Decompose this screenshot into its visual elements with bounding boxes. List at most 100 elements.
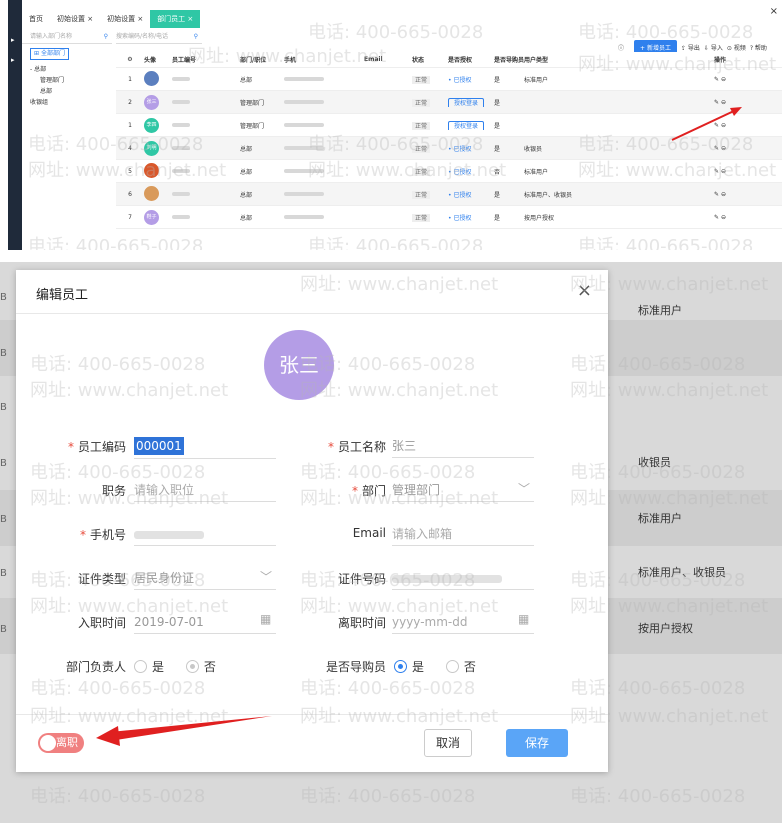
tree-search-input[interactable]: 请输入部门名称 ⚲ <box>22 30 112 44</box>
avatar[interactable]: 张三 <box>144 94 159 110</box>
authorized-link[interactable]: • 已授权 <box>448 169 471 176</box>
table-row[interactable]: 6 总部 正常 • 已授权 是 标准用户、收银员 ✎ ⊖ <box>116 183 782 206</box>
radio-circle[interactable] <box>134 660 147 673</box>
chevron-down-icon[interactable]: ﹀ <box>518 480 530 497</box>
leave-date-field[interactable]: yyyy-mm-dd ▦ <box>392 610 534 634</box>
edit-icon[interactable]: ✎ <box>714 99 719 106</box>
settings-icon[interactable]: ⚙ <box>116 56 144 63</box>
table-row[interactable]: 1 李四 管理部门 正常 授权登录 是 ✎ ⊖ <box>116 114 782 137</box>
col-header-status: 状态 <box>412 57 425 64</box>
calendar-icon[interactable]: ▦ <box>260 612 271 626</box>
department-select-value[interactable]: 管理部门 <box>392 478 534 502</box>
table-row[interactable]: 1 总部 正常 • 已授权 是 标准用户 ✎ ⊖ <box>116 68 782 91</box>
table-row[interactable]: 4 刘明 总部 正常 • 已授权 是 收银员 ✎ ⊖ <box>116 137 782 160</box>
toggle-knob[interactable] <box>40 735 56 751</box>
tab-home[interactable]: 首页 <box>22 10 50 28</box>
chevron-down-icon[interactable]: ﹀ <box>260 568 272 585</box>
tree-node-hq[interactable]: - 总部 <box>22 64 112 75</box>
table-row[interactable]: 5 总部 正常 • 已授权 否 标准用户 ✎ ⊖ <box>116 160 782 183</box>
edit-icon[interactable]: ✎ <box>714 191 719 198</box>
email-field[interactable]: 请输入邮箱 <box>392 522 534 546</box>
nav-arrow-icon[interactable]: ▸ <box>11 56 15 64</box>
avatar[interactable]: 刘明 <box>144 140 159 156</box>
employee-name-field[interactable]: 张三 <box>392 434 534 458</box>
tree-node-hq-sub[interactable]: 总部 <box>22 86 112 97</box>
edit-icon[interactable]: ✎ <box>714 76 719 83</box>
more-icon[interactable]: ⊖ <box>721 99 726 106</box>
employee-code-field[interactable]: 000001 <box>134 434 276 459</box>
more-icon[interactable]: ⊖ <box>721 122 726 129</box>
cancel-button[interactable]: 取消 <box>424 729 472 757</box>
id-number-input[interactable] <box>392 566 534 590</box>
avatar[interactable] <box>144 185 159 201</box>
more-icon[interactable]: ⊖ <box>721 145 726 152</box>
shopping-guide-yes-radio[interactable]: 是 <box>394 658 424 675</box>
shopping-guide-no-radio[interactable]: 否 <box>445 658 476 675</box>
calendar-icon[interactable]: ▦ <box>518 612 529 626</box>
save-button[interactable]: 保存 <box>506 729 568 757</box>
id-number-field[interactable] <box>392 566 534 590</box>
employee-code-input[interactable]: 000001 <box>134 437 184 455</box>
more-icon[interactable]: ⊖ <box>721 168 726 175</box>
avatar[interactable] <box>144 162 159 178</box>
edit-icon[interactable]: ✎ <box>714 168 719 175</box>
edit-icon[interactable]: ✎ <box>714 122 719 129</box>
table-row[interactable]: 2 张三 管理部门 正常 授权登录 是 ✎ ⊖ <box>116 91 782 114</box>
employee-avatar[interactable]: 张三 <box>264 330 334 400</box>
col-header-dept[interactable]: 部门/职位 <box>240 55 284 64</box>
redacted-value <box>284 192 324 196</box>
authorized-link[interactable]: • 已授权 <box>448 77 471 84</box>
bg-edge-glyph: B <box>0 348 7 359</box>
authorized-link[interactable]: • 已授权 <box>448 146 471 153</box>
search-icon[interactable]: ⚲ <box>104 30 108 44</box>
employee-search-input[interactable]: 搜索编码/名称/电话 ⚲ <box>116 30 202 44</box>
tab-init-settings-2[interactable]: 初始设置 × <box>100 10 150 28</box>
edit-icon[interactable]: ✎ <box>714 145 719 152</box>
department-select[interactable]: 管理部门 ﹀ <box>392 478 534 502</box>
all-departments-button[interactable]: ⊞ 全部部门 <box>30 48 69 60</box>
tab-init-settings[interactable]: 初始设置 × <box>50 10 100 28</box>
resigned-toggle[interactable]: 离职 <box>38 733 84 753</box>
dept-head-no-radio[interactable]: 否 <box>185 658 216 675</box>
position-field[interactable]: 请输入职位 <box>134 478 276 502</box>
id-type-select-value[interactable]: 居民身份证 <box>134 566 276 590</box>
search-icon[interactable]: ⚲ <box>194 30 198 44</box>
avatar[interactable] <box>144 70 159 86</box>
edit-icon[interactable]: ✎ <box>714 214 719 221</box>
avatar[interactable]: 李四 <box>144 117 159 133</box>
email-input[interactable]: 请输入邮箱 <box>392 522 534 546</box>
tab-department-employees[interactable]: 部门员工 × <box>150 10 201 28</box>
radio-circle[interactable] <box>185 660 199 673</box>
tree-node-management[interactable]: 管理部门 <box>22 75 112 86</box>
close-icon[interactable]: × <box>770 6 778 17</box>
col-header-phone[interactable]: 手机 <box>284 55 364 64</box>
phone-input[interactable] <box>134 522 276 546</box>
radio-circle[interactable] <box>394 660 407 673</box>
close-icon[interactable]: × <box>577 280 592 301</box>
more-icon[interactable]: ⊖ <box>721 76 726 83</box>
redacted-value <box>392 574 502 583</box>
more-icon[interactable]: ⊖ <box>721 191 726 198</box>
position-input[interactable]: 请输入职位 <box>134 478 276 502</box>
col-header-code[interactable]: 员工编号 <box>172 55 240 64</box>
radio-circle[interactable] <box>445 660 459 673</box>
dept-head-yes-radio[interactable]: 是 <box>134 658 164 675</box>
authorize-login-button[interactable]: 授权登录 <box>448 120 485 130</box>
authorize-login-button[interactable]: 授权登录 <box>448 97 485 107</box>
employee-name-input[interactable]: 张三 <box>392 434 534 458</box>
hire-date-field[interactable]: 2019-07-01 ▦ <box>134 610 276 634</box>
tree-node-cashier-group[interactable]: 收银组 <box>22 97 112 108</box>
more-icon[interactable]: ⊖ <box>721 214 726 221</box>
table-row[interactable]: 7 鞋子 总部 正常 • 已授权 是 按用户授权 ✎ ⊖ <box>116 206 782 229</box>
bg-edge-glyph: B <box>0 458 7 469</box>
row-index: 1 <box>128 121 132 129</box>
avatar[interactable]: 鞋子 <box>144 209 159 225</box>
leave-date-input[interactable]: yyyy-mm-dd <box>392 610 534 634</box>
phone-field[interactable] <box>134 522 276 546</box>
authorized-link[interactable]: • 已授权 <box>448 215 471 222</box>
id-type-select[interactable]: 居民身份证 ﹀ <box>134 566 276 590</box>
bg-edge-glyph: B <box>0 568 7 579</box>
hire-date-input[interactable]: 2019-07-01 <box>134 610 276 634</box>
nav-arrow-icon[interactable]: ▸ <box>11 36 15 44</box>
authorized-link[interactable]: • 已授权 <box>448 192 471 199</box>
